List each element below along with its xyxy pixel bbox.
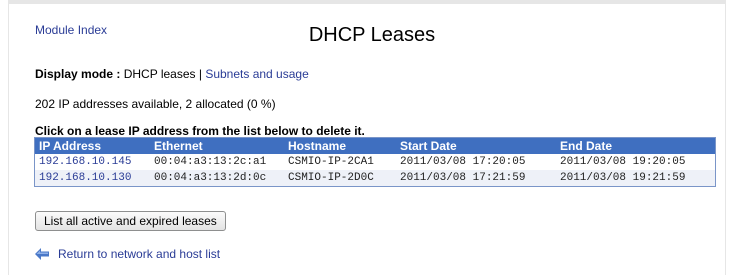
display-mode-separator: |: [198, 67, 202, 81]
instruction-text: Click on a lease IP address from the lis…: [35, 124, 365, 138]
display-mode-current: DHCP leases: [123, 67, 196, 81]
ip-cell: 192.168.10.130: [34, 170, 150, 187]
lease-ip-link[interactable]: 192.168.10.130: [39, 172, 131, 184]
ethernet-cell: 00:04:a3:13:2d:0c: [150, 170, 284, 187]
lease-ip-link[interactable]: 192.168.10.145: [39, 156, 131, 168]
list-all-leases-button[interactable]: List all active and expired leases: [35, 211, 226, 231]
table-header-row: IP Address Ethernet Hostname Start Date …: [34, 137, 716, 154]
start-date-cell: 2011/03/08 17:21:59: [396, 170, 556, 187]
display-mode: Display mode : DHCP leases | Subnets and…: [35, 67, 309, 81]
hostname-cell: CSMIO-IP-2CA1: [284, 154, 396, 170]
ip-cell: 192.168.10.145: [34, 154, 150, 170]
column-header-start-date: Start Date: [396, 137, 556, 154]
column-header-hostname: Hostname: [284, 137, 396, 154]
return-network-host-link[interactable]: Return to network and host list: [58, 247, 220, 261]
arrow-left-icon[interactable]: [35, 248, 49, 260]
availability-text: 202 IP addresses available, 2 allocated …: [35, 97, 276, 111]
end-date-cell: 2011/03/08 19:21:59: [556, 170, 716, 187]
leases-table: IP Address Ethernet Hostname Start Date …: [34, 137, 716, 187]
table-row: 192.168.10.130 00:04:a3:13:2d:0c CSMIO-I…: [34, 170, 716, 187]
start-date-cell: 2011/03/08 17:20:05: [396, 154, 556, 170]
page-title: DHCP Leases: [308, 24, 436, 46]
end-date-cell: 2011/03/08 19:20:05: [556, 154, 716, 170]
return-row: Return to network and host list: [35, 247, 220, 261]
hostname-cell: CSMIO-IP-2D0C: [284, 170, 396, 187]
table-row: 192.168.10.145 00:04:a3:13:2c:a1 CSMIO-I…: [34, 154, 716, 170]
column-header-ip: IP Address: [34, 137, 150, 154]
column-header-ethernet: Ethernet: [150, 137, 284, 154]
display-mode-label: Display mode :: [35, 67, 121, 81]
ethernet-cell: 00:04:a3:13:2c:a1: [150, 154, 284, 170]
column-header-end-date: End Date: [556, 137, 716, 154]
subnets-usage-link[interactable]: Subnets and usage: [205, 67, 308, 81]
